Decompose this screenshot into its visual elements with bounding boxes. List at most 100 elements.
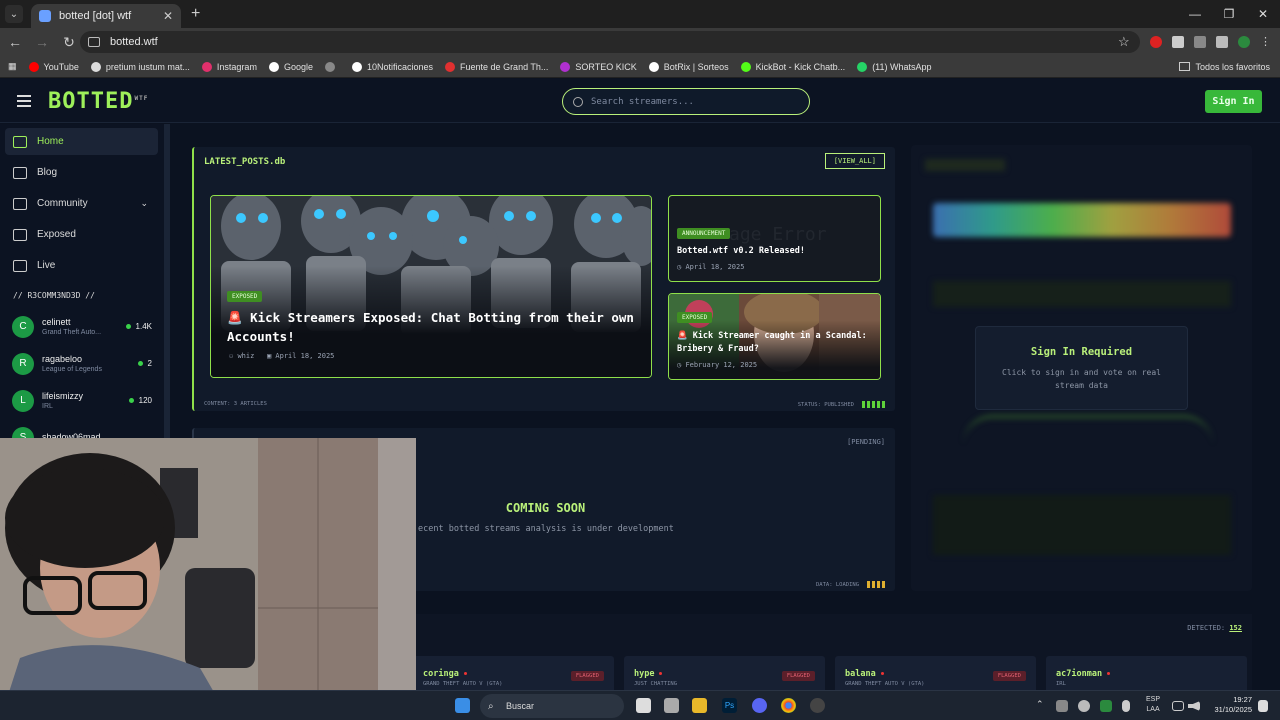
extension-icon[interactable] bbox=[1150, 36, 1162, 48]
onedrive-icon[interactable] bbox=[1078, 700, 1090, 712]
menu-icon[interactable] bbox=[17, 95, 31, 110]
forward-icon[interactable]: → bbox=[30, 34, 54, 50]
detected-streamer-card[interactable]: ac7ionman IRL bbox=[1046, 656, 1247, 690]
chrome-icon[interactable] bbox=[781, 698, 796, 713]
recommended-streamer[interactable]: Llifeismizzy IRL 120 bbox=[0, 382, 164, 419]
tray-icon[interactable] bbox=[1056, 700, 1068, 712]
tab-search-icon[interactable]: ⌄ bbox=[5, 5, 23, 23]
announcement-post-card[interactable]: age Error ANNOUNCEMENT Botted.wtf v0.2 R… bbox=[668, 195, 881, 282]
webcam-overlay bbox=[0, 438, 416, 720]
recommended-title: // R3COMM3ND3D // bbox=[13, 291, 95, 300]
bookmark-item[interactable]: Google bbox=[268, 61, 313, 72]
back-icon[interactable]: ← bbox=[3, 34, 27, 50]
sign-in-required-card[interactable]: Sign In Required Click to sign in and vo… bbox=[975, 326, 1188, 410]
browser-menu-icon[interactable]: ⋮ bbox=[1260, 36, 1272, 48]
loading-bars bbox=[867, 581, 885, 588]
bookmark-item[interactable]: BotRix | Sorteos bbox=[648, 61, 729, 72]
app-icon[interactable] bbox=[810, 698, 825, 713]
bookmark-item[interactable] bbox=[324, 61, 340, 72]
bookmark-item[interactable]: Fuente de Grand Th... bbox=[445, 61, 548, 72]
stream-vote-panel[interactable]: Sign In Required Click to sign in and vo… bbox=[911, 145, 1252, 591]
site-header: BOTTEDWTF Search streamers... Sign In bbox=[0, 79, 1280, 123]
bookmark-item[interactable]: (11) WhatsApp bbox=[857, 61, 932, 72]
extension-icon[interactable] bbox=[1172, 36, 1184, 48]
featured-post-card[interactable]: EXPOSED 🚨 Kick Streamers Exposed: Chat B… bbox=[210, 195, 652, 378]
close-window-icon[interactable]: ✕ bbox=[1246, 0, 1280, 28]
all-bookmarks[interactable]: Todos los favoritos bbox=[1179, 62, 1270, 72]
site-info-icon[interactable] bbox=[88, 37, 100, 47]
notifications-icon[interactable] bbox=[1258, 700, 1268, 712]
blurred-section bbox=[933, 281, 1231, 307]
minimize-icon[interactable]: — bbox=[1178, 0, 1212, 28]
post-title[interactable]: Botted.wtf v0.2 Released! bbox=[677, 245, 877, 258]
clock[interactable]: 19:27 31/10/2025 bbox=[1208, 695, 1252, 715]
bookmark-item[interactable]: KickBot - Kick Chatb... bbox=[740, 61, 845, 72]
search-placeholder: Search streamers... bbox=[591, 96, 694, 107]
bookmark-item[interactable]: 10Notificaciones bbox=[351, 61, 434, 72]
new-tab-icon[interactable]: + bbox=[191, 5, 200, 23]
post-title[interactable]: 🚨 Kick Streamer caught in a Scandal: Bri… bbox=[677, 330, 877, 356]
detected-streamer-card[interactable]: coringa GRAND THEFT AUTO V (GTA) FLAGGED bbox=[413, 656, 614, 690]
sidebar-item-exposed[interactable]: Exposed bbox=[5, 221, 158, 248]
detected-streamer-card[interactable]: hype JUST CHATTING FLAGGED bbox=[624, 656, 825, 690]
browser-tab[interactable]: botted [dot] wtf ✕ bbox=[31, 4, 181, 28]
app-icon[interactable] bbox=[664, 698, 679, 713]
streamer-game: League of Legends bbox=[42, 366, 102, 373]
sidebar-item-home[interactable]: Home bbox=[5, 128, 158, 155]
streamer-search-input[interactable]: Search streamers... bbox=[562, 88, 810, 115]
maximize-icon[interactable]: ❐ bbox=[1212, 0, 1246, 28]
user-icon: ⚇ bbox=[229, 352, 234, 360]
tray-chevron-icon[interactable]: ⌃ bbox=[1036, 699, 1044, 710]
recommended-streamer[interactable]: Ccelinett Grand Theft Auto... 1.4K bbox=[0, 308, 164, 345]
avatar: R bbox=[12, 352, 34, 375]
sidebar-nav: Home Blog Community ⌄ Exposed Live bbox=[0, 128, 164, 279]
community-icon bbox=[13, 197, 27, 210]
extensions-puzzle-icon[interactable] bbox=[1194, 36, 1206, 48]
chevron-down-icon[interactable]: ⌄ bbox=[140, 198, 148, 209]
featured-post-title[interactable]: 🚨 Kick Streamers Exposed: Chat Botting f… bbox=[227, 308, 637, 346]
sidepanel-icon[interactable] bbox=[1216, 36, 1228, 48]
site-favicon-icon bbox=[39, 10, 51, 22]
tray-icon[interactable] bbox=[1100, 700, 1112, 712]
profile-avatar[interactable] bbox=[1238, 36, 1250, 48]
coming-soon-subtitle: ecent botted streams analysis is under d… bbox=[418, 524, 674, 534]
detected-number[interactable]: 152 bbox=[1229, 624, 1242, 632]
reload-icon[interactable]: ↻ bbox=[57, 34, 81, 51]
bookmark-item[interactable]: SORTEO KICK bbox=[560, 61, 637, 72]
close-tab-icon[interactable]: ✕ bbox=[163, 9, 173, 23]
bookmark-favicon-icon bbox=[351, 61, 362, 72]
taskbar-search[interactable]: ⌕ Buscar bbox=[480, 694, 624, 718]
bookmark-item[interactable]: YouTube bbox=[28, 61, 79, 72]
sign-in-button[interactable]: Sign In bbox=[1205, 90, 1262, 113]
bookmark-label: 10Notificaciones bbox=[366, 61, 434, 72]
bookmark-item[interactable]: pretium iustum mat... bbox=[90, 61, 190, 72]
blurred-gauge bbox=[963, 415, 1213, 475]
site-logo[interactable]: BOTTEDWTF bbox=[48, 89, 148, 114]
sidebar-item-live[interactable]: Live bbox=[5, 252, 158, 279]
recommended-streamer[interactable]: Rragabeloo League of Legends 2 bbox=[0, 345, 164, 382]
taskbar-search-label: Buscar bbox=[506, 701, 535, 711]
recommended-list: Ccelinett Grand Theft Auto... 1.4K Rragabel… bbox=[0, 308, 164, 456]
language-indicator[interactable]: ESP LAA bbox=[1146, 695, 1160, 715]
detected-game: GRAND THEFT AUTO V (GTA) bbox=[845, 681, 925, 687]
file-explorer-icon[interactable] bbox=[692, 698, 707, 713]
apps-grid-icon[interactable]: ▦ bbox=[8, 61, 17, 72]
scandal-post-card[interactable]: EXPOSED 🚨 Kick Streamer caught in a Scan… bbox=[668, 293, 881, 380]
bookmark-star-icon[interactable]: ☆ bbox=[1118, 34, 1130, 50]
sidebar-item-blog[interactable]: Blog bbox=[5, 159, 158, 186]
network-icon[interactable] bbox=[1172, 701, 1184, 711]
photoshop-icon[interactable]: Ps bbox=[722, 698, 737, 713]
bookmark-item[interactable]: Instagram bbox=[201, 61, 257, 72]
microphone-icon[interactable] bbox=[1122, 700, 1130, 712]
sidebar-item-community[interactable]: Community ⌄ bbox=[5, 190, 158, 217]
detected-streamer-card[interactable]: balana GRAND THEFT AUTO V (GTA) FLAGGED bbox=[835, 656, 1036, 690]
bookmark-favicon-icon bbox=[560, 61, 571, 72]
start-icon[interactable] bbox=[455, 698, 470, 713]
discord-icon[interactable] bbox=[752, 698, 767, 713]
task-view-icon[interactable] bbox=[636, 698, 651, 713]
volume-icon[interactable] bbox=[1188, 701, 1200, 711]
address-bar[interactable]: botted.wtf bbox=[80, 31, 1140, 53]
bookmark-favicon-icon bbox=[740, 61, 751, 72]
view-all-button[interactable]: [VIEW_ALL] bbox=[824, 153, 885, 169]
calendar-icon: ◷ bbox=[677, 263, 682, 271]
